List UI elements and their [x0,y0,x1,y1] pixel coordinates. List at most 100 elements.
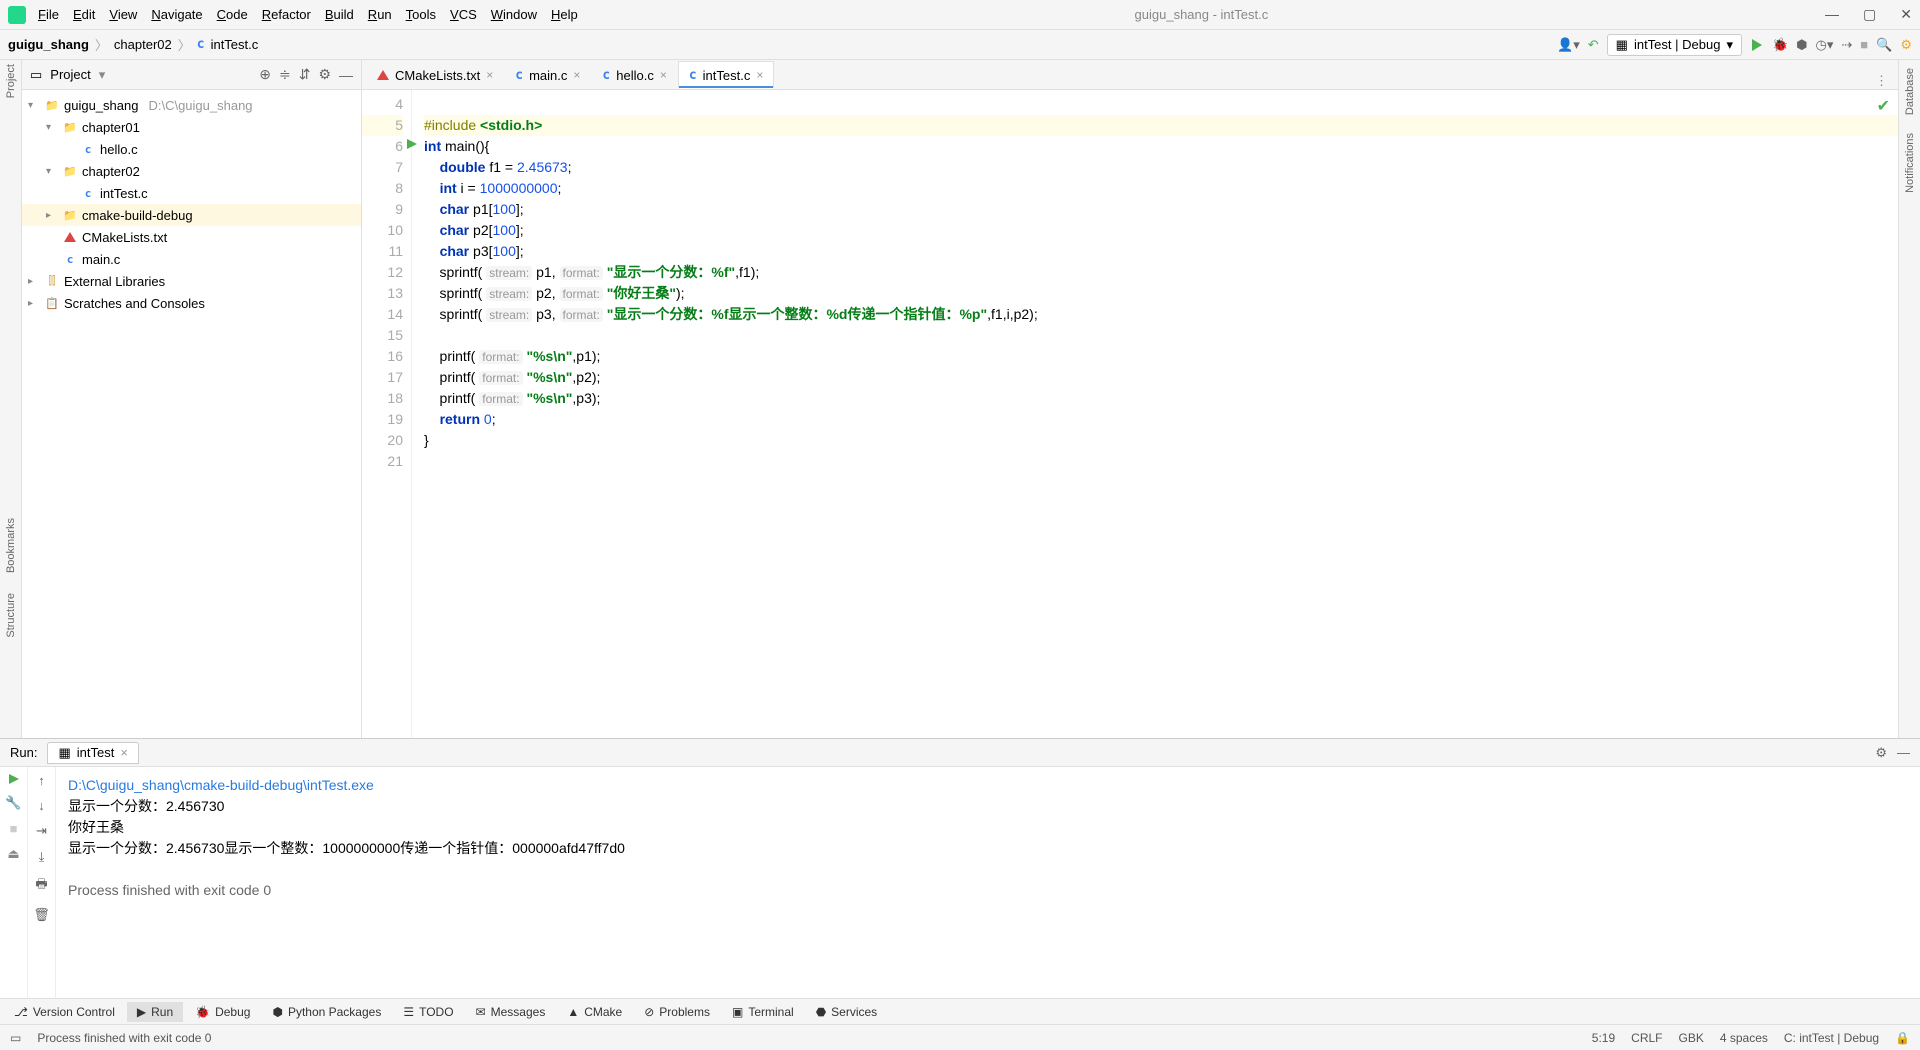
minimize-icon[interactable]: — [1825,6,1839,23]
bottom-tab-terminal[interactable]: ▣Terminal [722,1002,804,1022]
print-icon[interactable]: 🖶 [35,875,47,897]
hide-icon[interactable]: — [339,67,353,83]
code-line[interactable]: int i = 1000000000; [424,178,1898,199]
build-icon[interactable]: ↶ [1588,37,1599,53]
line-number[interactable]: 18 [362,388,403,409]
line-number[interactable]: 10 [362,220,403,241]
line-number[interactable]: 9 [362,199,403,220]
line-number[interactable]: 21 [362,451,403,472]
project-tool-tab[interactable]: Project [5,64,17,98]
tree-item-hello-c[interactable]: chello.c [22,138,361,160]
bottom-tab-cmake[interactable]: ▲CMake [557,1002,632,1022]
bottom-tab-run[interactable]: ▶Run [127,1002,183,1022]
breadcrumb-item[interactable]: chapter02 [114,37,172,52]
close-icon[interactable]: × [660,68,667,82]
caret-position[interactable]: 5:19 [1592,1031,1615,1045]
editor-tab-hello-c[interactable]: chello.c× [591,61,677,89]
exit-icon[interactable]: ⏏ [7,846,19,862]
line-number[interactable]: 16 [362,346,403,367]
code-editor[interactable]: 456789101112131415161718192021 #include … [362,90,1898,738]
code-line[interactable]: return 0; [424,409,1898,430]
code-line[interactable]: char p3[100]; [424,241,1898,262]
notifications-tool-tab[interactable]: Notifications [1904,133,1916,193]
tabs-menu-icon[interactable]: ⋮ [1865,73,1898,89]
bottom-tab-messages[interactable]: ✉Messages [466,1002,556,1022]
line-number[interactable]: 12 [362,262,403,283]
code-line[interactable] [424,94,1898,115]
gear-icon[interactable]: ⚙ [1875,745,1887,761]
tree-arrow-icon[interactable]: ▸ [28,298,40,309]
editor-tab-cmakelists-txt[interactable]: CMakeLists.txt× [366,61,504,89]
close-icon[interactable]: × [120,745,128,760]
tree-arrow-icon[interactable]: ▾ [46,166,58,177]
run-tab[interactable]: ▦ intTest × [47,742,138,764]
line-number[interactable]: 20 [362,430,403,451]
down-icon[interactable]: ↓ [38,798,45,813]
database-tool-tab[interactable]: Database [1904,68,1916,115]
chevron-down-icon[interactable]: ▾ [99,67,106,83]
menu-edit[interactable]: Edit [73,7,95,22]
tree-arrow-icon[interactable]: ▸ [28,276,40,287]
menu-file[interactable]: File [38,7,59,22]
bottom-tab-debug[interactable]: 🐞Debug [185,1002,260,1022]
gear-icon[interactable]: ⚙ [318,66,331,83]
menu-run[interactable]: Run [368,7,392,22]
menu-navigate[interactable]: Navigate [151,7,202,22]
inspection-ok-icon[interactable]: ✔ [1877,96,1890,116]
line-number[interactable]: 4 [362,94,403,115]
breadcrumb-item[interactable]: intTest.c [211,37,259,52]
tree-item-cmakelists-txt[interactable]: CMakeLists.txt [22,226,361,248]
breadcrumb[interactable]: guigu_shang〉chapter02〉cintTest.c [8,35,258,54]
close-icon[interactable]: × [756,68,763,82]
project-panel-title[interactable]: Project [50,67,90,82]
rerun-icon[interactable] [8,773,20,785]
line-number[interactable]: 6 [362,136,403,157]
run-gutter-icon[interactable] [407,139,417,149]
structure-tool-tab[interactable]: Structure [5,593,17,638]
console-output[interactable]: D:\C\guigu_shang\cmake-build-debug\intTe… [56,767,1920,998]
tree-arrow-icon[interactable]: ▾ [28,100,40,111]
locate-icon[interactable]: ⊕ [259,66,271,83]
code-line[interactable]: sprintf( stream: p1, format: "显示一个分数：%f"… [424,262,1898,283]
tree-arrow-icon[interactable]: ▾ [46,122,58,133]
expand-all-icon[interactable]: ≑ [279,66,291,83]
close-icon[interactable]: × [486,68,493,82]
user-icon[interactable]: 👤▾ [1557,37,1580,53]
attach-button[interactable]: ⇢ [1841,37,1852,53]
project-tree[interactable]: ▾📁guigu_shangD:\C\guigu_shang▾📁chapter01… [22,90,361,318]
settings-icon[interactable]: ⚙ [1900,37,1912,53]
line-number[interactable]: 13 [362,283,403,304]
code-line[interactable] [424,325,1898,346]
line-separator[interactable]: CRLF [1631,1031,1662,1045]
bottom-tab-problems[interactable]: ⊘Problems [634,1002,720,1022]
stop-icon[interactable]: ■ [10,821,18,836]
tree-item-chapter01[interactable]: ▾📁chapter01 [22,116,361,138]
bottom-tab-todo[interactable]: ☰TODO [393,1002,463,1022]
tree-item-scratches-and-consoles[interactable]: ▸📋Scratches and Consoles [22,292,361,314]
indent-info[interactable]: 4 spaces [1720,1031,1768,1045]
stop-button[interactable]: ■ [1860,37,1868,52]
code-line[interactable]: char p1[100]; [424,199,1898,220]
code-line[interactable]: #include <stdio.h> [424,115,1898,136]
tree-arrow-icon[interactable]: ▸ [46,210,58,221]
lock-icon[interactable]: 🔒 [1895,1031,1910,1045]
code-line[interactable]: char p2[100]; [424,220,1898,241]
run-config-selector[interactable]: ▦ intTest | Debug ▾ [1607,34,1742,56]
profile-button[interactable]: ◷▾ [1816,37,1834,53]
bookmarks-tool-tab[interactable]: Bookmarks [5,518,17,573]
line-number[interactable]: 14 [362,304,403,325]
menu-window[interactable]: Window [491,7,537,22]
code-line[interactable]: int main(){ [424,136,1898,157]
run-button[interactable] [1750,38,1764,52]
tree-item-inttest-c[interactable]: cintTest.c [22,182,361,204]
bottom-tab-version-control[interactable]: ⎇Version Control [4,1002,125,1022]
line-number[interactable]: 8 [362,178,403,199]
hide-icon[interactable]: — [1897,745,1910,760]
tree-item-cmake-build-debug[interactable]: ▸📁cmake-build-debug [22,204,361,226]
search-icon[interactable]: 🔍 [1876,37,1892,53]
menu-code[interactable]: Code [217,7,248,22]
maximize-icon[interactable]: ▢ [1863,6,1876,23]
code-line[interactable]: printf( format: "%s\n",p3); [424,388,1898,409]
code-content[interactable]: #include <stdio.h>int main(){ double f1 … [412,90,1898,738]
collapse-all-icon[interactable]: ⇵ [299,66,311,83]
